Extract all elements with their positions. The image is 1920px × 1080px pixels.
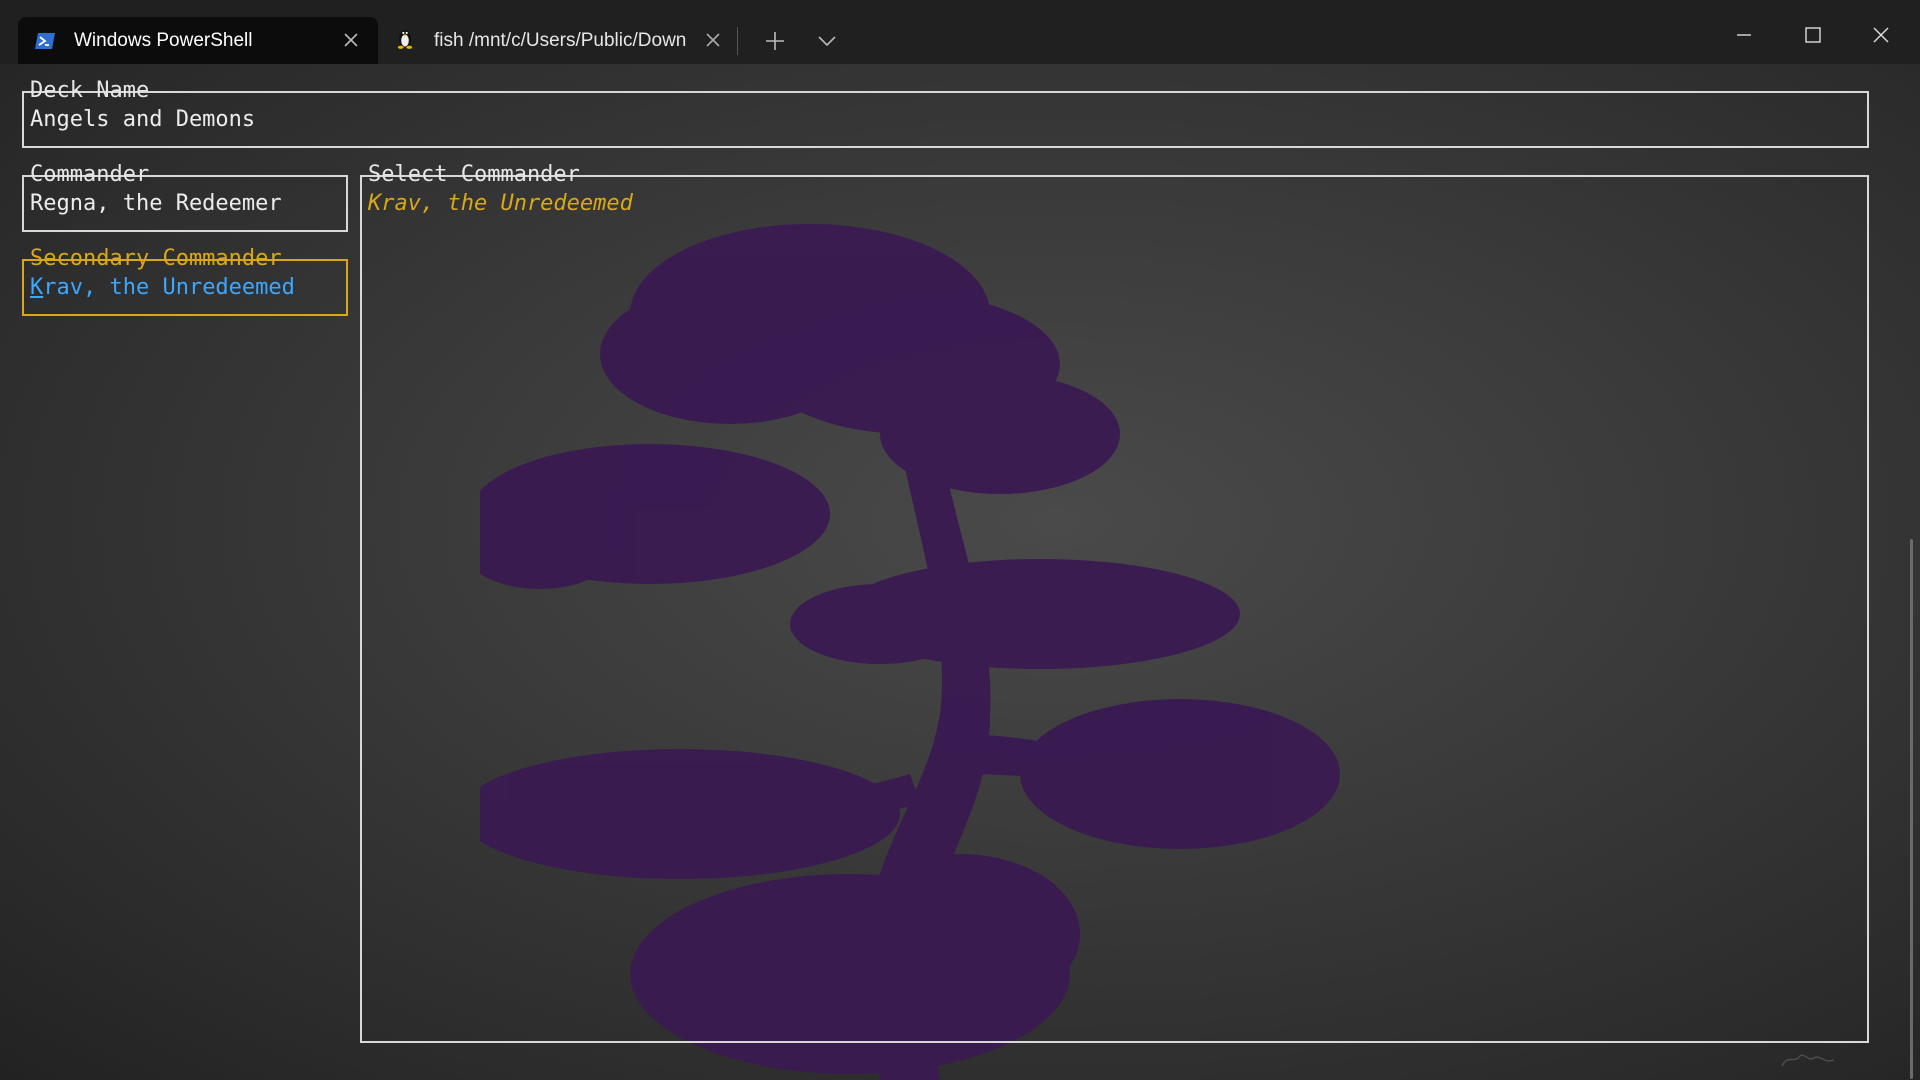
close-window-icon[interactable] [1866,20,1896,50]
maximize-icon[interactable] [1798,20,1828,50]
list-item-highlighted[interactable]: Krav, the Unredeemed [368,191,633,217]
deck-name-value[interactable]: Angels and Demons [30,107,255,133]
tab-label: Windows PowerShell [74,30,253,51]
secondary-commander-field[interactable]: Secondary Commander Krav, the Unredeemed [22,247,348,316]
text-cursor: K [30,275,44,300]
commander-label: Commander [30,162,150,187]
tab-separator [737,27,738,55]
tab-fish[interactable]: fish /mnt/c/Users/Public/Down [392,17,732,64]
tab-label: fish /mnt/c/Users/Public/Down [434,30,687,51]
terminal-window: Windows PowerShell fish /mnt/c/Users/Pub… [0,0,1920,1080]
terminal-content[interactable]: Deck Name Angels and Demons Commander Re… [0,64,1920,1080]
minimize-icon[interactable] [1729,20,1759,50]
title-bar[interactable]: Windows PowerShell fish /mnt/c/Users/Pub… [0,0,1920,64]
secondary-commander-value[interactable]: Krav, the Unredeemed [30,275,295,301]
commander-field[interactable]: Commander Regna, the Redeemer [22,163,348,232]
close-tab-icon[interactable] [342,31,360,49]
select-commander-list[interactable]: Select Commander Krav, the Unredeemed [360,163,1869,1043]
powershell-icon [35,33,55,49]
tab-windows-powershell[interactable]: Windows PowerShell [18,17,378,64]
linux-penguin-icon [397,30,413,49]
select-commander-label: Select Commander [368,162,580,187]
secondary-commander-value-rest: rav, the Unredeemed [43,275,295,300]
commander-value[interactable]: Regna, the Redeemer [30,191,282,217]
deck-name-field[interactable]: Deck Name Angels and Demons [22,79,1869,148]
artist-signature [1781,1054,1835,1067]
deck-name-label: Deck Name [30,78,150,103]
scrollbar[interactable] [1910,539,1913,1079]
chevron-down-icon[interactable] [812,26,842,56]
plus-icon[interactable] [760,26,790,56]
close-tab-icon[interactable] [704,31,722,49]
secondary-commander-label: Secondary Commander [30,246,282,271]
